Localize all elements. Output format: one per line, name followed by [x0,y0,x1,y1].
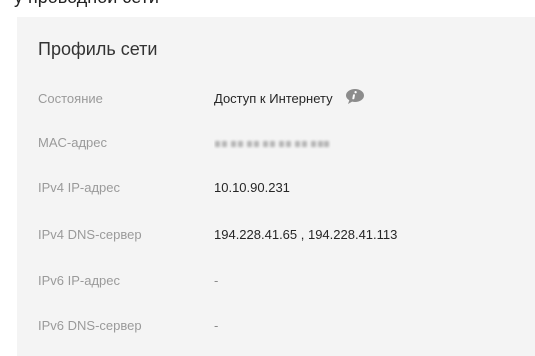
profile-row-ipv4-address: IPv4 IP-адрес 10.10.90.231 [17,177,535,199]
profile-row-ipv6-address: IPv6 IP-адрес - [17,270,535,292]
partial-header-text: у проводной сети [14,0,159,8]
row-value-ipv4-dns: 194.228.41.65 , 194.228.41.113 [214,227,398,242]
mac-address-redacted [214,136,331,147]
network-profile-card: Профиль сети Состояние Доступ к Интернет… [17,17,535,356]
profile-row-ipv6-dns: IPv6 DNS-сервер - [17,315,535,337]
row-label-status: Состояние [38,91,103,106]
row-label-ipv6-address: IPv6 IP-адрес [38,273,121,288]
row-value-ipv6-dns: - [214,318,219,333]
row-value-ipv4-address: 10.10.90.231 [214,180,290,195]
profile-row-mac: MAC-адрес [17,132,535,154]
row-label-ipv4-dns: IPv4 DNS-сервер [38,227,142,242]
row-value-status: Доступ к Интернету [214,91,333,106]
row-label-ipv4-address: IPv4 IP-адрес [38,180,121,195]
row-label-mac: MAC-адрес [38,135,107,150]
profile-row-ipv4-dns: IPv4 DNS-сервер 194.228.41.65 , 194.228.… [17,224,535,246]
card-title: Профиль сети [38,39,158,59]
profile-row-status: Состояние Доступ к Интернету [17,88,535,110]
row-label-ipv6-dns: IPv6 DNS-сервер [38,318,142,333]
info-icon[interactable] [345,88,366,105]
row-value-ipv6-address: - [214,273,219,288]
partial-header: у проводной сети [0,0,535,17]
